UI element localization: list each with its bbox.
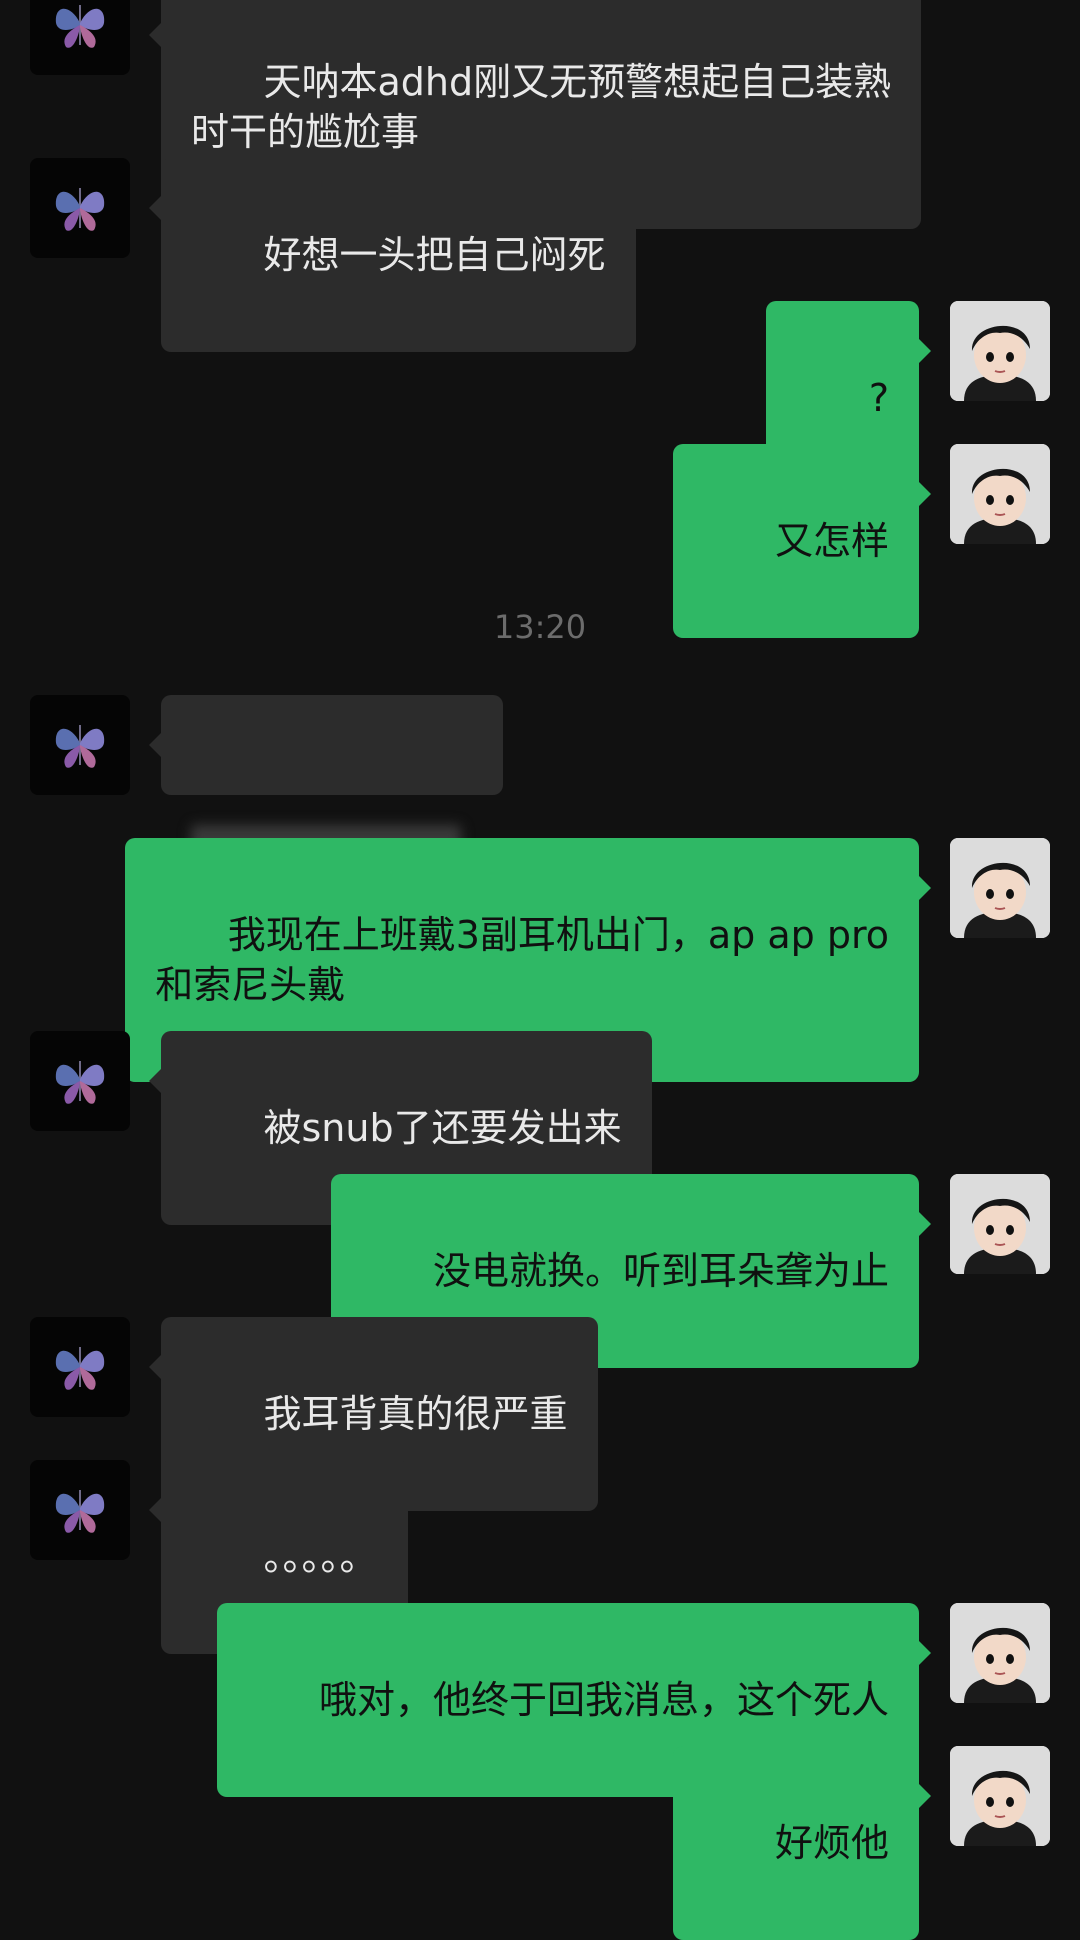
cartoon-boy-avatar <box>950 444 1050 544</box>
cartoon-boy-avatar <box>950 301 1050 401</box>
user-avatar[interactable] <box>950 444 1050 544</box>
user-avatar[interactable] <box>950 838 1050 938</box>
cartoon-boy-avatar <box>950 1174 1050 1274</box>
contact-avatar[interactable] <box>30 1460 130 1560</box>
message-bubble-incoming-blurred[interactable] <box>149 695 503 859</box>
message-row: 好烦他 <box>0 1746 1080 1940</box>
user-avatar[interactable] <box>950 1174 1050 1274</box>
message-text: 我现在上班戴3副耳机出门，ap ap pro 和索尼头戴 <box>155 913 889 1007</box>
message-text: 好想一头把自己闷死 <box>263 233 606 277</box>
message-bubble-outgoing[interactable]: 好烦他 <box>672 1746 931 1940</box>
message-text: ? <box>868 376 889 420</box>
message-text: 哦对，他终于回我消息，这个死人 <box>318 1678 889 1722</box>
butterfly-icon <box>55 725 105 768</box>
message-text: 被snub了还要发出来 <box>263 1106 622 1150</box>
message-row: 被snub了还要发出来 <box>0 1031 1080 1225</box>
contact-avatar[interactable] <box>30 1317 130 1417</box>
message-text: 又怎样 <box>774 519 889 563</box>
user-avatar[interactable] <box>950 1746 1050 1846</box>
message-row: 我现在上班戴3副耳机出门，ap ap pro 和索尼头戴 <box>0 838 1080 1082</box>
message-text: 天呐本adhd刚又无预警想起自己装熟 时干的尴尬事 <box>191 60 892 154</box>
message-row: 没电就换。听到耳朵聋为止 <box>0 1174 1080 1368</box>
message-text: 。。。。。 <box>263 1535 378 1579</box>
message-row: 好想一头把自己闷死 <box>0 158 1080 352</box>
message-row <box>0 695 1080 859</box>
message-text: 好烦他 <box>774 1821 889 1865</box>
butterfly-icon <box>55 1490 105 1533</box>
chat-area[interactable]: 天呐本adhd刚又无预警想起自己装熟 时干的尴尬事 好想一头把自己闷死 ? 又怎… <box>0 0 1080 1940</box>
contact-avatar[interactable] <box>30 0 130 75</box>
user-avatar[interactable] <box>950 1603 1050 1703</box>
message-row: 又怎样 <box>0 444 1080 638</box>
message-row: 我耳背真的很严重 <box>0 1317 1080 1511</box>
butterfly-icon <box>55 1061 105 1104</box>
contact-avatar[interactable] <box>30 158 130 258</box>
message-text: 没电就换。听到耳朵聋为止 <box>432 1249 889 1293</box>
butterfly-icon <box>55 5 105 48</box>
cartoon-boy-avatar <box>950 838 1050 938</box>
user-avatar[interactable] <box>950 301 1050 401</box>
butterfly-icon <box>55 1347 105 1390</box>
contact-avatar[interactable] <box>30 1031 130 1131</box>
message-row: 天呐本adhd刚又无预警想起自己装熟 时干的尴尬事 <box>0 0 1080 229</box>
message-text: 我耳背真的很严重 <box>263 1392 568 1436</box>
timestamp: 13:20 <box>493 608 587 646</box>
message-row: 哦对，他终于回我消息，这个死人 <box>0 1603 1080 1797</box>
message-row: 。。。。。 <box>0 1460 1080 1654</box>
message-row: ? <box>0 301 1080 495</box>
cartoon-boy-avatar <box>950 1603 1050 1703</box>
butterfly-icon <box>55 188 105 231</box>
cartoon-boy-avatar <box>950 1746 1050 1846</box>
contact-avatar[interactable] <box>30 695 130 795</box>
